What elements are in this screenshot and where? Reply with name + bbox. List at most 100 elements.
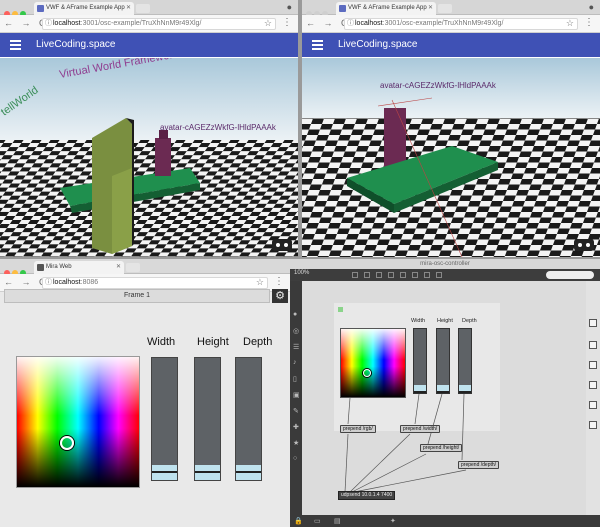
url-host: localhost [355,20,383,27]
info-icon: ⓘ [45,20,52,27]
search-input[interactable] [546,271,594,279]
list-icon[interactable]: ☰ [293,343,299,351]
profile-icon[interactable]: ● [589,2,594,12]
toolbar-button-3[interactable] [376,272,382,278]
toolbar-button-5[interactable] [400,272,406,278]
toolbar-button-7[interactable] [424,272,430,278]
picker-shade [341,329,405,397]
browser-menu-icon[interactable]: ⋮ [282,17,292,28]
app-bar: LiveCoding.space [0,33,298,57]
msg-prepend-depth[interactable]: prepend /depth/ [458,461,500,469]
close-tab-icon[interactable]: ✕ [126,2,131,15]
lock-icon[interactable]: 🔒 [294,517,303,525]
toolbar-button-1[interactable] [352,272,358,278]
paperclip-icon[interactable]: ✎ [293,407,299,415]
new-tab-button[interactable] [136,4,150,13]
slider-thumb[interactable] [459,391,471,393]
browser-tab[interactable]: Mira Web ✕ [34,261,124,274]
tab-bar: Mira Web ✕ [0,259,290,276]
browser-tab[interactable]: VWF & AFrame Example App ✕ [34,2,134,15]
msg-prepend-height[interactable]: prepend /height/ [420,444,463,452]
toolbar-button-2[interactable] [364,272,370,278]
tab-title: VWF & AFrame Example App [46,5,125,11]
msg-prepend-rgb[interactable]: prepend /rgb/ [340,425,376,433]
patcher-toolbar: 100% [290,269,600,281]
close-tab-icon[interactable]: ✕ [116,261,121,274]
camera-icon[interactable] [589,421,597,429]
picker-knob[interactable] [363,369,371,377]
slider-thumb[interactable] [152,471,177,473]
picker-knob[interactable] [60,436,74,450]
color-picker[interactable] [16,356,140,488]
sidebar-icon-1[interactable] [589,319,597,327]
3d-scene-viewport[interactable]: avatar-cAGEZzWkfG-lHldPAAAk [302,58,600,257]
tab-bar: VWF & AFrame Example App ✕ ● [0,0,298,17]
height-slider[interactable] [194,357,221,481]
3d-scene-viewport[interactable]: avatar-cAGEZzWkfG-lHldPAAAk Virtual Worl… [0,58,298,257]
grid-icon[interactable] [589,381,597,389]
toolbar-button-8[interactable] [436,272,442,278]
max-height-slider[interactable] [436,328,450,394]
scene-svg: avatar-cAGEZzWkfG-lHldPAAAk [302,58,600,257]
url-field[interactable]: ⓘ localhost:3001/osc-example/TruXhNnM9r4… [344,18,578,30]
max-depth-slider[interactable] [458,328,472,394]
bottom-toolbar: 🔒 ▭ ▤ ✦ [290,515,600,527]
profile-icon[interactable]: ● [287,2,292,12]
slider-thumb[interactable] [414,391,426,393]
frame-title[interactable]: Frame 1 [4,289,270,303]
browser-menu-icon[interactable]: ⋮ [274,276,284,287]
target-icon[interactable]: ◎ [293,327,299,335]
wrench-icon[interactable]: ✦ [390,517,396,525]
depth-slider[interactable] [235,357,262,481]
slider-thumb[interactable] [195,471,220,473]
max-depth-label: Depth [462,318,477,324]
browser-window-top-right: VWF & AFrame Example App ✕ ● ← → C ⓘ loc… [302,0,600,257]
info-icon: ⓘ [45,279,52,286]
slider-thumb[interactable] [236,471,261,473]
object-icon[interactable]: ● [293,311,297,318]
presentation-icon[interactable]: ▭ [314,517,321,525]
star-icon[interactable]: ★ [293,439,299,447]
close-tab-icon[interactable]: ✕ [428,2,433,15]
hamburger-menu-icon[interactable] [10,40,21,52]
inspector-icon[interactable] [589,361,597,369]
address-bar: ← → C ⓘ localhost:3001/osc-example/TruXh… [0,15,298,33]
favicon-icon [37,5,44,12]
browser-tab[interactable]: VWF & AFrame Example App ✕ [336,2,436,15]
info-icon[interactable] [589,341,597,349]
slider-thumb[interactable] [437,391,449,393]
toolbar-button-4[interactable] [388,272,394,278]
new-tab-button[interactable] [438,4,452,13]
circle-icon[interactable]: ○ [293,455,297,462]
bookmark-star-icon[interactable]: ☆ [264,18,272,29]
toolbar-button-6[interactable] [412,272,418,278]
console-icon[interactable] [589,401,597,409]
image-icon[interactable]: ▣ [293,391,300,399]
bracket-icon[interactable]: ▯ [293,375,297,383]
address-bar: ← → C ⓘ localhost:3001/osc-example/TruXh… [302,15,600,33]
max-color-picker[interactable] [340,328,406,398]
url-host: localhost [53,20,81,27]
msg-prepend-width[interactable]: prepend /width/ [400,425,441,433]
url-path: :3001/osc-example/TruXhNnM9r49Xlg/ [80,20,202,27]
box-front [112,168,132,254]
width-slider[interactable] [151,357,178,481]
vr-headset-icon[interactable] [574,239,594,251]
new-tab-button[interactable] [126,263,140,272]
udpsend-object[interactable]: udpsend 10.0.1.4 7400 [338,491,396,500]
music-note-icon[interactable]: ♪ [293,359,297,366]
bookmark-star-icon[interactable]: ☆ [566,18,574,29]
browser-menu-icon[interactable]: ⋮ [584,17,594,28]
max-width-slider[interactable] [413,328,427,394]
puzzle-icon[interactable]: ✚ [293,423,299,431]
window-icon[interactable]: ▤ [334,517,341,525]
url-field[interactable]: ⓘ localhost:8086 [42,277,268,289]
url-field[interactable]: ⓘ localhost:3001/osc-example/TruXhNnM9r4… [42,18,276,30]
avatar-body [155,138,171,176]
max-width-label: Width [411,318,426,324]
gear-icon[interactable]: ⚙ [272,289,288,303]
zoom-level[interactable]: 100% [294,270,309,276]
vr-headset-icon[interactable] [272,239,292,251]
hamburger-menu-icon[interactable] [312,40,323,52]
bookmark-star-icon[interactable]: ☆ [256,277,264,288]
